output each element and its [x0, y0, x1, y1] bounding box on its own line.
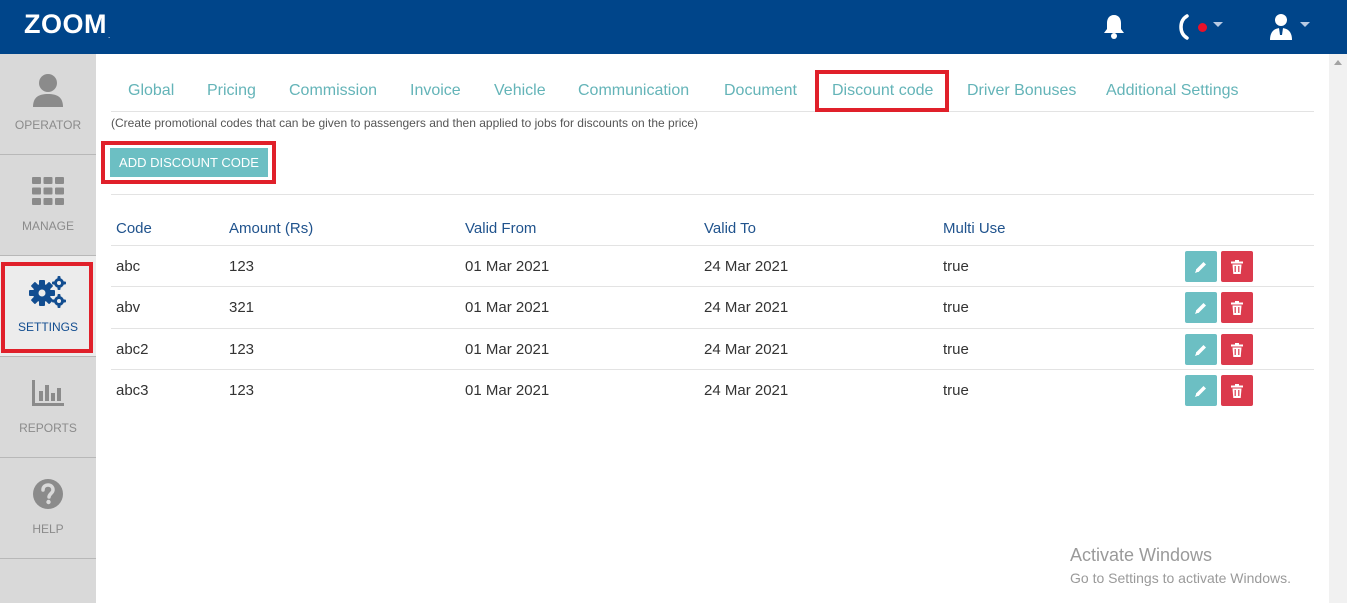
cell-code: abc2 — [116, 341, 149, 358]
cell-valid-to: 24 Mar 2021 — [704, 382, 789, 399]
table-row: abv 321 01 Mar 2021 24 Mar 2021 true — [111, 286, 1314, 328]
trash-icon — [1231, 383, 1243, 398]
cell-valid-from: 01 Mar 2021 — [465, 258, 550, 275]
top-bar: ZOOM. — [0, 0, 1347, 54]
tab-document[interactable]: Document — [724, 82, 797, 100]
sidebar-item-reports[interactable]: REPORTS — [0, 357, 96, 458]
sidebar-item-help[interactable]: HELP — [0, 458, 96, 559]
sidebar-item-operator[interactable]: OPERATOR — [0, 54, 96, 155]
trash-icon — [1231, 259, 1243, 274]
logo-text: ZOOM — [24, 9, 107, 39]
user-icon — [1270, 14, 1292, 40]
question-icon — [33, 479, 63, 509]
column-header-code[interactable]: Code — [116, 220, 152, 237]
tab-vehicle[interactable]: Vehicle — [494, 82, 546, 100]
bell-icon — [1104, 15, 1124, 39]
delete-button[interactable] — [1221, 334, 1253, 365]
phone-icon — [1179, 14, 1189, 40]
cell-amount: 123 — [229, 382, 255, 399]
cell-amount: 123 — [229, 258, 255, 275]
grid-icon — [32, 177, 64, 205]
tab-driver-bonuses[interactable]: Driver Bonuses — [967, 82, 1076, 100]
tab-pricing[interactable]: Pricing — [207, 82, 256, 100]
delete-button[interactable] — [1221, 251, 1253, 282]
phone-status-button[interactable] — [1178, 12, 1223, 42]
edit-button[interactable] — [1185, 375, 1217, 406]
pencil-icon — [1195, 385, 1206, 397]
sidebar-item-label: HELP — [32, 522, 64, 536]
bar-chart-icon — [32, 380, 64, 406]
scroll-up-arrow-icon[interactable] — [1334, 60, 1342, 65]
cell-valid-from: 01 Mar 2021 — [465, 382, 550, 399]
cell-amount: 123 — [229, 341, 255, 358]
logo-mark: . — [108, 31, 111, 40]
cell-valid-from: 01 Mar 2021 — [465, 341, 550, 358]
cell-valid-to: 24 Mar 2021 — [704, 299, 789, 316]
table-row: abc 123 01 Mar 2021 24 Mar 2021 true — [111, 245, 1314, 287]
trash-icon — [1231, 342, 1243, 357]
edit-button[interactable] — [1185, 251, 1217, 282]
pencil-icon — [1195, 261, 1206, 273]
pencil-icon — [1195, 344, 1206, 356]
cell-valid-to: 24 Mar 2021 — [704, 341, 789, 358]
cell-valid-from: 01 Mar 2021 — [465, 299, 550, 316]
tab-invoice[interactable]: Invoice — [410, 82, 461, 100]
status-dot — [1198, 22, 1207, 32]
settings-tabs: Global Pricing Commission Invoice Vehicl… — [111, 70, 1314, 112]
user-menu-button[interactable] — [1268, 12, 1310, 42]
scrollbar[interactable] — [1329, 54, 1347, 603]
table-row: abc3 123 01 Mar 2021 24 Mar 2021 true — [111, 369, 1314, 411]
sidebar-item-label: REPORTS — [19, 421, 77, 435]
page-description: (Create promotional codes that can be gi… — [111, 116, 699, 130]
delete-button[interactable] — [1221, 292, 1253, 323]
cell-code: abv — [116, 299, 141, 316]
tab-communication[interactable]: Communication — [578, 82, 689, 100]
cell-valid-to: 24 Mar 2021 — [704, 258, 789, 275]
column-header-amount[interactable]: Amount (Rs) — [229, 220, 313, 237]
sidebar-item-label: MANAGE — [21, 219, 74, 233]
add-discount-code-button[interactable]: ADD DISCOUNT CODE — [110, 148, 268, 177]
cell-multi-use: true — [943, 258, 969, 275]
pencil-icon — [1195, 302, 1206, 314]
cell-code: abc3 — [116, 382, 149, 399]
edit-button[interactable] — [1185, 292, 1217, 323]
discount-tab-highlight-box — [815, 70, 949, 112]
tab-additional-settings[interactable]: Additional Settings — [1106, 82, 1239, 100]
watermark-subtitle: Go to Settings to activate Windows. — [1070, 570, 1291, 586]
operator-icon — [33, 74, 63, 107]
cell-multi-use: true — [943, 341, 969, 358]
settings-highlight-box — [1, 262, 93, 353]
edit-button[interactable] — [1185, 334, 1217, 365]
cell-amount: 321 — [229, 299, 255, 316]
cell-multi-use: true — [943, 299, 969, 316]
column-header-multi-use[interactable]: Multi Use — [943, 220, 1006, 237]
notifications-button[interactable] — [1102, 12, 1126, 42]
tab-global[interactable]: Global — [128, 82, 174, 100]
delete-button[interactable] — [1221, 375, 1253, 406]
trash-icon — [1231, 300, 1243, 315]
table-row: abc2 123 01 Mar 2021 24 Mar 2021 true — [111, 328, 1314, 370]
column-header-valid-from[interactable]: Valid From — [465, 220, 536, 237]
column-header-valid-to[interactable]: Valid To — [704, 220, 756, 237]
sidebar-item-label: OPERATOR — [14, 118, 82, 132]
sidebar-item-manage[interactable]: MANAGE — [0, 155, 96, 256]
chevron-down-icon — [1213, 21, 1223, 27]
watermark-title: Activate Windows — [1070, 545, 1213, 565]
app-logo[interactable]: ZOOM. — [24, 9, 111, 40]
cell-code: abc — [116, 258, 141, 275]
sidebar: OPERATOR MANAGE SETTINGS REPORTS HELP — [0, 54, 96, 603]
divider — [111, 194, 1314, 195]
tab-commission[interactable]: Commission — [289, 82, 377, 100]
chevron-down-icon — [1300, 21, 1310, 27]
cell-multi-use: true — [943, 382, 969, 399]
